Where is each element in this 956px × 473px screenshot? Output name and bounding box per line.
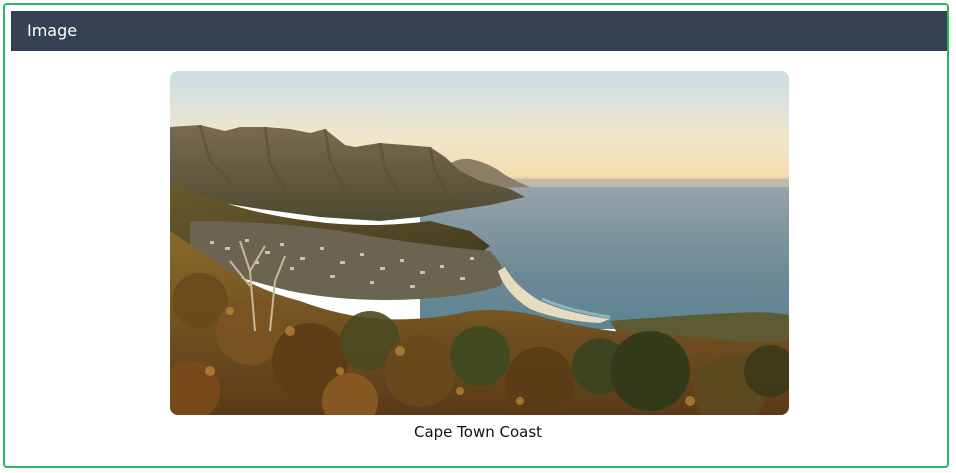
coast-photo-drawing — [170, 71, 789, 415]
panel-title: Image — [11, 11, 947, 51]
image-panel: Image Cape Town Coast — [3, 3, 949, 468]
image-caption: Cape Town Coast — [413, 423, 543, 441]
coast-photo — [170, 71, 789, 415]
